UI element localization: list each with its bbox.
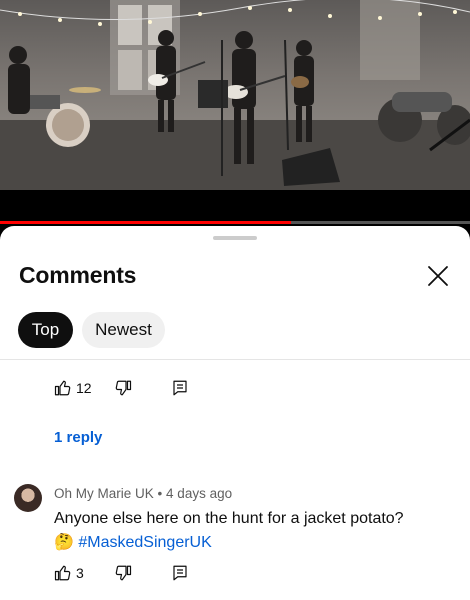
filter-chip-newest[interactable]: Newest bbox=[82, 312, 165, 348]
video-player[interactable] bbox=[0, 0, 470, 224]
hashtag-link[interactable]: #MaskedSingerUK bbox=[78, 534, 211, 551]
comment-actions: 3 bbox=[54, 564, 189, 582]
reply-icon bbox=[173, 565, 187, 581]
video-frame[interactable] bbox=[0, 0, 470, 190]
like-count: 12 bbox=[76, 380, 92, 396]
close-button[interactable] bbox=[424, 262, 452, 290]
comments-sheet: Comments Top Newest 12 1 reply Oh My Mar… bbox=[0, 226, 470, 600]
comment-author[interactable]: Oh My Marie UK bbox=[54, 486, 154, 501]
drag-handle[interactable] bbox=[213, 236, 257, 240]
dislike-button[interactable] bbox=[114, 379, 171, 397]
avatar[interactable] bbox=[14, 484, 42, 512]
comment-time: 4 days ago bbox=[166, 486, 233, 501]
like-button[interactable]: 3 bbox=[54, 564, 114, 582]
divider bbox=[0, 359, 470, 360]
close-icon bbox=[428, 266, 448, 286]
thumbs-up-icon bbox=[54, 565, 71, 581]
dislike-button[interactable] bbox=[114, 564, 171, 582]
video-progress-bar[interactable] bbox=[0, 221, 470, 224]
comment-body: Anyone else here on the hunt for a jacke… bbox=[54, 507, 454, 554]
thumbs-down-icon bbox=[115, 565, 132, 581]
reply-button[interactable] bbox=[171, 379, 189, 397]
comment-meta: Oh My Marie UK • 4 days ago bbox=[54, 486, 232, 501]
like-button[interactable]: 12 bbox=[54, 379, 114, 397]
comments-title: Comments bbox=[19, 262, 137, 288]
reply-button[interactable] bbox=[171, 564, 189, 582]
reply-icon bbox=[173, 380, 187, 396]
comment-actions: 12 bbox=[54, 379, 189, 397]
thumbs-up-icon bbox=[54, 380, 71, 396]
view-replies-link[interactable]: 1 reply bbox=[54, 429, 102, 446]
meta-separator: • bbox=[157, 486, 163, 501]
thinking-emoji: 🤔 bbox=[54, 532, 74, 551]
comment-text: Anyone else here on the hunt for a jacke… bbox=[54, 510, 404, 527]
thumbs-down-icon bbox=[115, 380, 132, 396]
like-count: 3 bbox=[76, 565, 84, 581]
video-progress-fill bbox=[0, 221, 292, 224]
video-scene bbox=[0, 0, 470, 190]
filter-chip-top[interactable]: Top bbox=[18, 312, 73, 348]
